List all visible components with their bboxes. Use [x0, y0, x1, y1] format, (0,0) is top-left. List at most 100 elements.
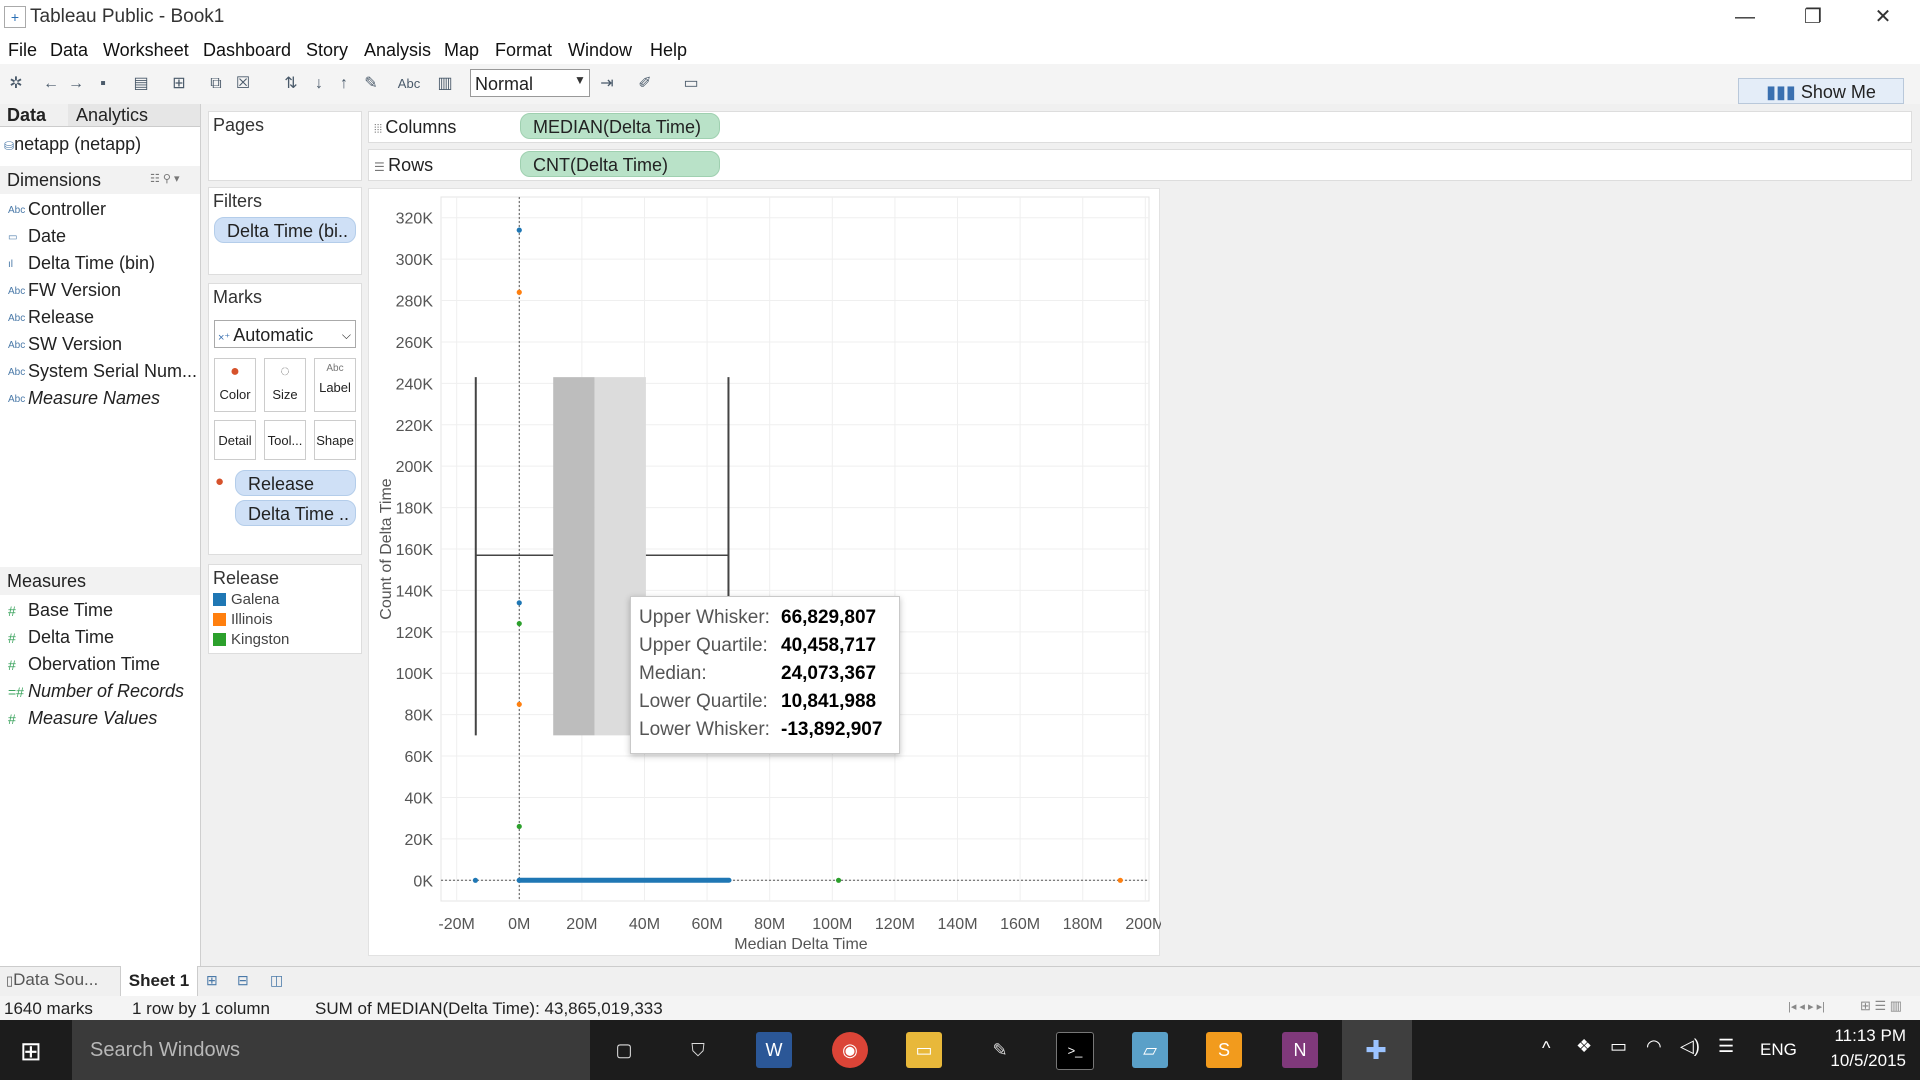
field-date[interactable]: ▭ Date — [8, 223, 66, 250]
new-worksheet-icon[interactable]: ⊞ — [168, 73, 190, 95]
label-icon: Abc — [326, 363, 344, 374]
presentation-icon[interactable]: ▭ — [680, 73, 702, 95]
language-indicator[interactable]: ENG — [1760, 1040, 1797, 1060]
clock-time[interactable]: 11:13 PM — [1822, 1026, 1906, 1046]
tableau-task-icon: ✚ — [1365, 1035, 1387, 1065]
scatter-chart[interactable]: 0K 20K 40K 60K 80K 100K 120K 140K 160K 180K 200K 22… — [369, 189, 1165, 957]
task-view-icon[interactable]: ▢ — [606, 1032, 642, 1068]
menu-story[interactable]: Story — [306, 40, 348, 61]
save-icon[interactable]: ▪ — [92, 73, 114, 95]
show-me-button[interactable]: ▮▮▮ Show Me — [1738, 78, 1904, 104]
sheet-nav-icons[interactable]: |◂ ◂ ▸ ▸| — [1788, 1000, 1825, 1013]
onenote-icon[interactable]: N — [1282, 1032, 1318, 1068]
tab-analytics[interactable]: Analytics — [68, 104, 200, 126]
new-datasource-icon[interactable]: ▤ — [130, 73, 152, 95]
dropbox-icon[interactable]: ❖ — [1576, 1036, 1592, 1057]
terminal-icon[interactable]: >_ — [1056, 1032, 1094, 1070]
data-point-illinois — [516, 289, 522, 295]
search-icon[interactable]: ☷ ⚲ ▾ — [150, 172, 180, 185]
mark-type-select[interactable]: ×⁺ Automatic ⌵ — [214, 320, 356, 348]
menu-worksheet[interactable]: Worksheet — [103, 40, 189, 61]
tab-sheet-1[interactable]: Sheet 1 — [120, 966, 198, 996]
filter-pill-delta-time-bin[interactable]: Delta Time (bi.. — [214, 217, 356, 243]
columns-pill-median-delta-time[interactable]: MEDIAN(Delta Time) — [520, 113, 720, 139]
menu-help[interactable]: Help — [650, 40, 687, 61]
paint-icon[interactable]: ✎ — [982, 1032, 1018, 1068]
volume-icon[interactable]: ◁) — [1680, 1036, 1700, 1057]
wifi-icon[interactable]: ◠ — [1646, 1036, 1662, 1057]
color-button[interactable]: ● Color — [214, 358, 256, 412]
word-icon[interactable]: W — [756, 1032, 792, 1068]
x-tick-label: 60M — [692, 916, 723, 933]
new-worksheet-icon[interactable]: ⊞ — [206, 972, 218, 989]
columns-shelf-label: ⦙⦙⦙ Columns — [374, 117, 456, 138]
pen-icon[interactable]: ✐ — [634, 73, 656, 95]
new-dashboard-icon[interactable]: ⊟ — [237, 972, 249, 989]
tab-data-source[interactable]: ▯Data Sou... — [6, 970, 98, 990]
marks-pill-release[interactable]: Release — [235, 470, 356, 496]
boxplot-tooltip: Upper Whisker: 66,829,807 Upper Quartile:… — [630, 596, 900, 754]
clock-date[interactable]: 10/5/2015 — [1812, 1051, 1906, 1071]
field-number-of-records[interactable]: =# Number of Records — [8, 678, 184, 705]
menu-dashboard[interactable]: Dashboard — [203, 40, 291, 61]
fit-size-select[interactable]: Normal — [470, 69, 590, 97]
marks-pill-delta-time[interactable]: Delta Time .. — [235, 500, 356, 526]
undo-icon[interactable]: ← — [40, 73, 62, 95]
labels-icon[interactable]: Abc — [394, 73, 424, 95]
detail-button[interactable]: Detail — [214, 420, 256, 460]
sort-descending-icon[interactable]: ↑ — [333, 73, 355, 95]
menu-format[interactable]: Format — [495, 40, 552, 61]
notes-icon[interactable]: ▱ — [1132, 1032, 1168, 1068]
fix-axes-icon[interactable]: ⇥ — [596, 73, 618, 95]
visualization[interactable]: 0K 20K 40K 60K 80K 100K 120K 140K 160K 180K 200K 22… — [368, 188, 1165, 957]
field-sw-version[interactable]: Abc SW Version — [8, 331, 122, 358]
menu-analysis[interactable]: Analysis — [364, 40, 431, 61]
rows-pill-cnt-delta-time[interactable]: CNT(Delta Time) — [520, 151, 720, 177]
highlight-icon[interactable]: ✎ — [360, 73, 382, 95]
sublime-icon[interactable]: S — [1206, 1032, 1242, 1068]
view-mode-icons[interactable]: ⊞ ☰ ▥ — [1860, 998, 1902, 1014]
y-tick-label: 220K — [396, 418, 434, 435]
redo-icon[interactable]: → — [65, 73, 87, 95]
chart-type-icon[interactable]: ▥ — [434, 73, 456, 95]
menu-file[interactable]: File — [8, 40, 37, 61]
tableau-home-icon[interactable]: ✲ — [5, 73, 27, 95]
size-button[interactable]: ◌ Size — [264, 358, 306, 412]
field-delta-time-bin[interactable]: ıl Delta Time (bin) — [8, 250, 155, 277]
field-release[interactable]: Abc Release — [8, 304, 94, 331]
windows-start-icon[interactable]: ⊞ — [20, 1036, 42, 1067]
notification-icon[interactable]: ☰ — [1718, 1036, 1734, 1057]
tray-chevron-up-icon[interactable]: ^ — [1542, 1038, 1550, 1059]
minimize-button[interactable]: — — [1710, 0, 1780, 36]
clear-sheet-icon[interactable]: ☒ — [232, 73, 254, 95]
restore-button[interactable]: ❐ — [1778, 0, 1848, 36]
tab-data[interactable]: Data — [7, 104, 46, 126]
field-measure-names[interactable]: Abc Measure Names — [8, 385, 160, 412]
chrome-icon[interactable]: ◉ — [832, 1032, 868, 1068]
label-button[interactable]: Abc Label — [314, 358, 356, 412]
datasource-item[interactable]: ⛁netapp (netapp) — [4, 134, 141, 155]
menu-data[interactable]: Data — [50, 40, 88, 61]
tooltip-button[interactable]: Tool... — [264, 420, 306, 460]
close-button[interactable]: ✕ — [1848, 0, 1918, 36]
file-explorer-icon[interactable]: ▭ — [906, 1032, 942, 1068]
field-obervation-time[interactable]: # Obervation Time — [8, 651, 160, 678]
menu-window[interactable]: Window — [568, 40, 632, 61]
sort-ascending-icon[interactable]: ↓ — [308, 73, 330, 95]
y-tick-label: 180K — [396, 501, 434, 518]
swap-rows-columns-icon[interactable]: ⇅ — [280, 73, 302, 95]
chevron-down-icon[interactable]: ▼ — [574, 73, 586, 87]
field-controller[interactable]: Abc Controller — [8, 196, 106, 223]
tooltip-value: 66,829,807 — [781, 607, 877, 628]
field-fw-version[interactable]: Abc FW Version — [8, 277, 121, 304]
field-delta-time[interactable]: # Delta Time — [8, 624, 114, 651]
store-icon[interactable]: ⛉ — [680, 1032, 716, 1068]
duplicate-sheet-icon[interactable]: ⧉ — [205, 73, 227, 95]
menu-map[interactable]: Map — [444, 40, 479, 61]
field-system-serial-number[interactable]: Abc System Serial Num... — [8, 358, 197, 385]
shape-button[interactable]: Shape — [314, 420, 356, 460]
field-measure-values[interactable]: # Measure Values — [8, 705, 157, 732]
battery-icon[interactable]: ▭ — [1610, 1036, 1627, 1057]
field-base-time[interactable]: # Base Time — [8, 597, 113, 624]
new-story-icon[interactable]: ◫ — [270, 972, 283, 989]
